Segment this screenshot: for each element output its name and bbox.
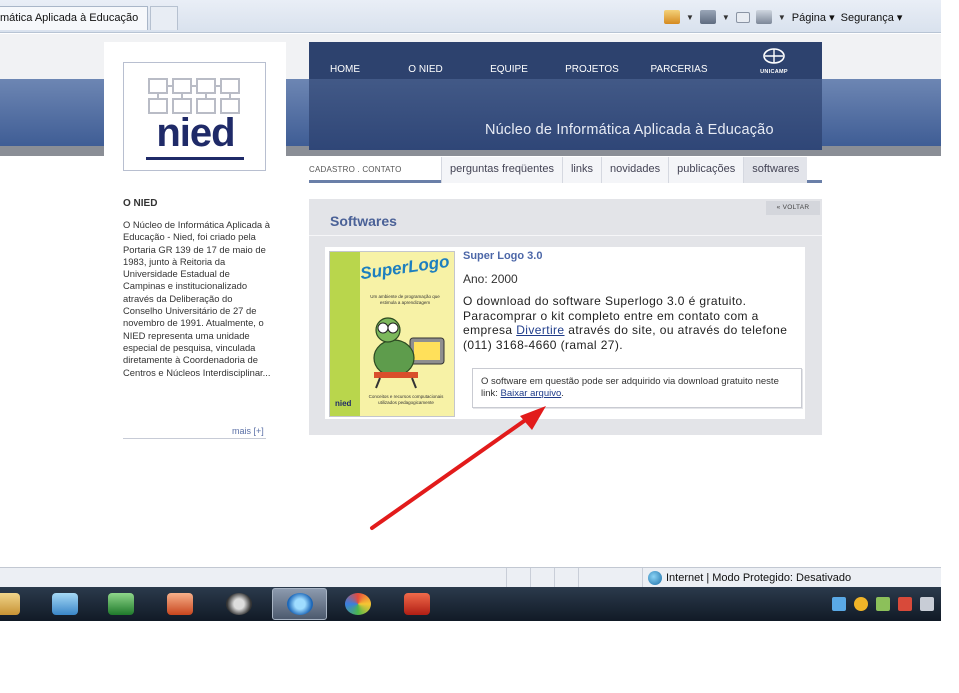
red-arrow-annotation (370, 406, 546, 530)
page-menu[interactable]: Página ▾ (792, 11, 835, 24)
home-dropdown-icon[interactable]: ▼ (686, 13, 694, 22)
browser-toolbar: mática Aplicada à Educação ▼ ▼ ▼ Página … (0, 0, 941, 33)
section-divider (309, 235, 822, 236)
turtle-illustration-icon (373, 317, 445, 389)
software-description: O download do software Superlogo 3.0 é g… (463, 294, 808, 352)
about-title: O NIED (123, 198, 158, 209)
explorer-taskbar-icon[interactable] (0, 593, 20, 615)
site-header: HOME O NIED EQUIPE PROJETOS PARCERIAS UN… (309, 42, 822, 150)
browser-tab-title: mática Aplicada à Educação (0, 12, 139, 24)
software-year: Ano: 2000 (463, 272, 518, 286)
tab-perguntas-frequentes[interactable]: perguntas freqüentes (441, 157, 562, 183)
subnav-contact-links[interactable]: CADASTRO . CONTATO (309, 165, 402, 174)
app-taskbar-icon[interactable] (226, 593, 252, 615)
cover-title: SuperLogo (359, 251, 451, 284)
nav-equipe[interactable]: EQUIPE (470, 42, 548, 79)
security-zone[interactable]: Internet | Modo Protegido: Desativado (648, 571, 851, 585)
site-title: Núcleo de Informática Aplicada à Educaçã… (485, 122, 774, 138)
tab-novidades[interactable]: novidades (600, 157, 669, 183)
download-box: O software em questão pode ser adquirido… (472, 368, 802, 408)
nav-projetos[interactable]: PROJETOS (548, 42, 636, 79)
download-text: O software em questão pode ser adquirido… (481, 376, 796, 400)
status-segment (578, 568, 579, 588)
download-period: . (561, 388, 564, 399)
cover-subtitle: Um ambiente de programação que estimula … (370, 294, 440, 305)
tray-flag-icon[interactable] (898, 597, 912, 611)
main-nav: HOME O NIED EQUIPE PROJETOS PARCERIAS (309, 42, 822, 79)
security-zone-text: Internet | Modo Protegido: Desativado (666, 572, 852, 584)
tray-network-icon[interactable] (876, 597, 890, 611)
nav-o-nied[interactable]: O NIED (381, 42, 470, 79)
nav-parcerias[interactable]: PARCERIAS (636, 42, 722, 79)
about-text: O Núcleo de Informática Aplicada à Educa… (123, 219, 271, 378)
software-title[interactable]: Super Logo 3.0 (463, 250, 542, 262)
tray-volume-icon[interactable] (920, 597, 934, 611)
tab-publicacoes[interactable]: publicações (668, 157, 744, 183)
unicamp-label: UNICAMP (760, 69, 788, 75)
page-menu-label: Página (791, 11, 827, 24)
nied-logo-underline (146, 157, 244, 160)
divertire-link[interactable]: Divertire (516, 323, 564, 337)
security-menu[interactable]: Segurança ▾ (841, 11, 903, 24)
browser-status-bar: Internet | Modo Protegido: Desativado (0, 567, 941, 588)
picasa-taskbar-icon[interactable] (345, 593, 371, 615)
tray-user-icon[interactable] (832, 597, 846, 611)
sub-nav: CADASTRO . CONTATO perguntas freqüentes … (309, 157, 822, 183)
windows-taskbar (0, 587, 941, 621)
section-title: Softwares (330, 213, 397, 229)
unicamp-emblem-icon (763, 48, 785, 64)
media-taskbar-icon[interactable] (404, 593, 430, 615)
back-button[interactable]: « VOLTAR (766, 201, 820, 215)
unicamp-logo[interactable]: UNICAMP (749, 48, 799, 78)
new-tab-button[interactable] (150, 6, 178, 30)
excel-taskbar-icon[interactable] (108, 593, 134, 615)
nav-home[interactable]: HOME (309, 42, 381, 79)
powerpoint-taskbar-icon[interactable] (167, 593, 193, 615)
internet-explorer-icon (287, 593, 313, 615)
sidebar-divider (123, 438, 266, 439)
nied-logo[interactable]: nied (123, 62, 266, 171)
feeds-icon[interactable] (699, 10, 716, 24)
print-dropdown-icon[interactable]: ▼ (778, 13, 786, 22)
tab-softwares[interactable]: softwares (743, 157, 808, 183)
cover-sidebar (330, 252, 360, 416)
security-menu-label: Segurança (840, 11, 894, 24)
home-icon[interactable] (664, 10, 680, 24)
tray-app-icon[interactable] (854, 597, 868, 611)
network-taskbar-icon[interactable] (52, 593, 78, 615)
command-bar: ▼ ▼ ▼ Página ▾ Segurança ▾ (664, 7, 902, 27)
download-link[interactable]: Baixar arquivo (501, 388, 562, 399)
mail-icon[interactable] (735, 11, 750, 23)
status-segment (554, 568, 555, 588)
status-segment (506, 568, 507, 588)
tab-links[interactable]: links (561, 157, 601, 183)
print-icon[interactable] (755, 10, 772, 24)
subnav-tabs: perguntas freqüentes links novidades pub… (441, 157, 808, 183)
sidebar: nied O NIED O Núcleo de Informática Apli… (104, 42, 286, 442)
more-link[interactable]: mais [+] (232, 426, 264, 436)
globe-icon (648, 571, 662, 585)
feeds-dropdown-icon[interactable]: ▼ (722, 13, 730, 22)
status-segment (530, 568, 531, 588)
nied-logo-text: nied (156, 111, 235, 155)
cover-nied-logo: nied (335, 399, 352, 408)
status-segment (642, 568, 643, 588)
superlogo-cover-image: SuperLogo Um ambiente de programação que… (329, 251, 455, 417)
browser-tab[interactable]: mática Aplicada à Educação (0, 6, 148, 30)
